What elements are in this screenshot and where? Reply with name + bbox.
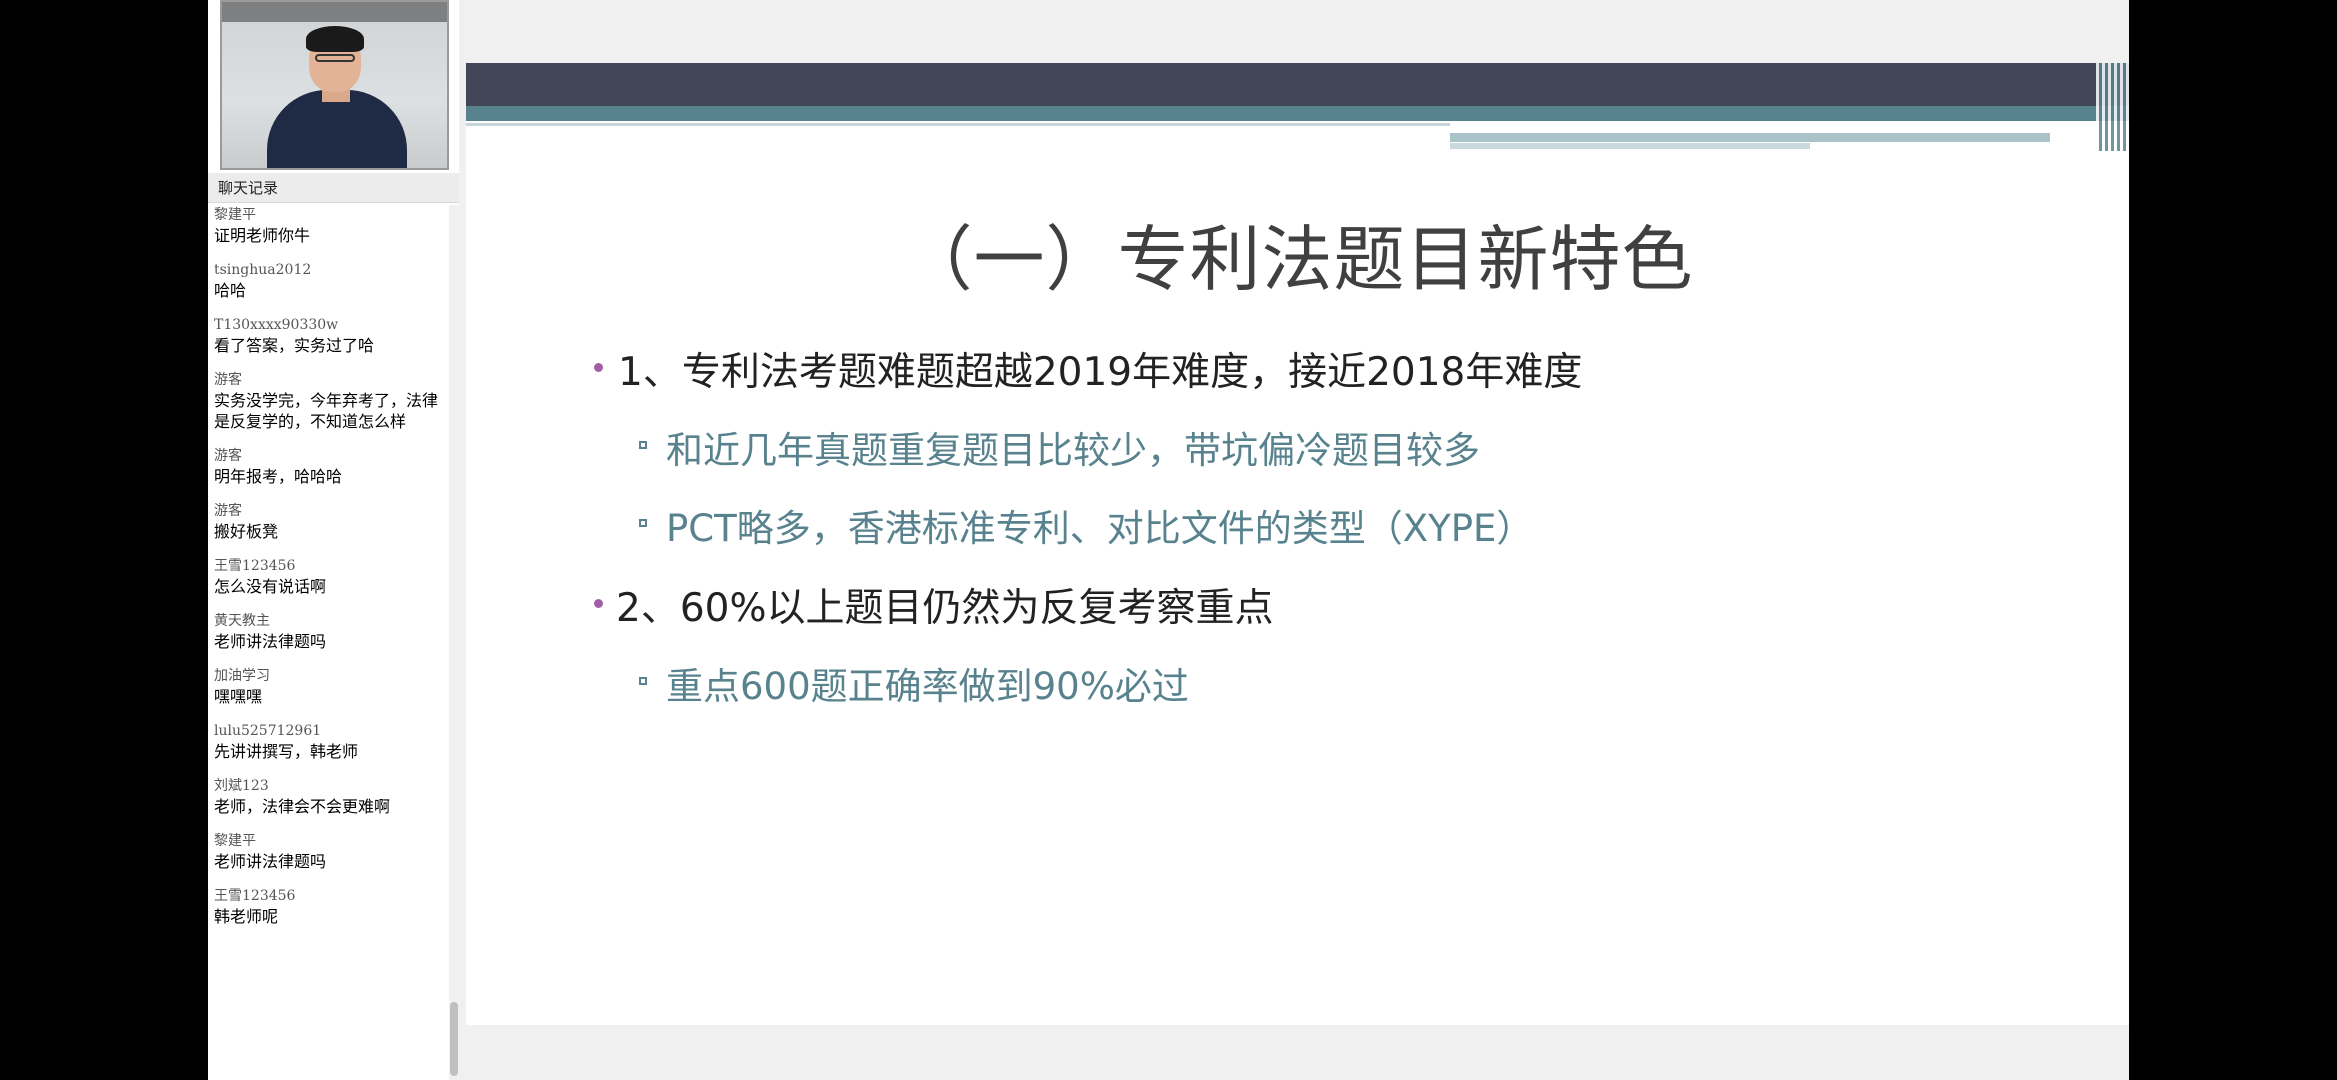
chat-text: 看了答案，实务过了哈 — [214, 336, 375, 355]
chat-message: 加油学习 嘿嘿嘿 — [208, 666, 448, 707]
chat-text: 哈哈 — [214, 281, 247, 300]
chat-username: 黎建平 — [214, 207, 256, 223]
chat-message: 王雪123456 怎么没有说话啊 — [208, 556, 448, 597]
chat-username: 黄天教主 — [214, 613, 270, 629]
chat-message: 黎建平老师讲法律题吗 — [208, 831, 448, 872]
teacher-glasses — [315, 54, 355, 62]
slide-stripe-decoration — [2096, 63, 2129, 151]
bullet-dot — [594, 363, 603, 372]
chat-message: tsinghua2012 哈哈 — [208, 260, 448, 301]
chat-username: 刘斌123 — [214, 778, 269, 794]
chat-text: 怎么没有说话啊 — [214, 577, 327, 596]
sub-bullet-square — [639, 441, 647, 449]
chat-text: 老师讲法律题吗 — [214, 632, 327, 651]
chat-text: 证明老师你牛 — [214, 226, 311, 245]
teacher-figure — [267, 90, 407, 168]
slide-thin-line — [466, 123, 1450, 126]
chat-scrollbar-track[interactable] — [449, 205, 459, 1080]
chat-text: 老师，法律会不会更难啊 — [214, 797, 391, 816]
slide-light-bar — [1450, 133, 2050, 142]
slide-light-bar-small — [1450, 143, 1810, 149]
chat-message: lulu525712961 先讲讲撰写，韩老师 — [208, 721, 448, 762]
bullet-dot — [594, 599, 603, 608]
video-background — [222, 2, 447, 22]
bullet-1: 1、专利法考题难题超越2019年难度，接近2018年难度 — [618, 350, 1583, 395]
chat-username: 王雪123456 — [214, 888, 296, 904]
chat-message-list[interactable]: 黎建平 证明老师你牛 tsinghua2012 哈哈 T130xxxx90330w 看了答… — [208, 205, 448, 1080]
teacher-video[interactable] — [220, 0, 449, 170]
left-panel: 聊天记录 黎建平 证明老师你牛 tsinghua2012 哈哈 T130xxxx9033… — [208, 0, 459, 1080]
chat-text: 韩老师呢 — [214, 907, 279, 926]
chat-message: 刘斌123 老师，法律会不会更难啊 — [208, 776, 448, 817]
chat-text: 老师讲法律题吗 — [214, 852, 327, 871]
chat-username: tsinghua2012 — [214, 262, 312, 278]
sub-bullet-square — [639, 677, 647, 685]
chat-username: T130xxxx90330w — [214, 317, 339, 333]
chat-text: 明年报考，哈哈哈 — [214, 467, 343, 486]
chat-message: 游客明年报考，哈哈哈 — [208, 446, 448, 487]
chat-username: 游客 — [214, 503, 242, 519]
sub-bullet-2a: 重点600题正确率做到90%必过 — [666, 665, 1189, 708]
chat-message: 黎建平 证明老师你牛 — [208, 205, 448, 246]
sub-bullet-1a: 和近几年真题重复题目比较少，带坑偏冷题目较多 — [666, 429, 1480, 472]
chat-header: 聊天记录 — [208, 173, 459, 203]
chat-scrollbar-thumb[interactable] — [450, 1002, 458, 1076]
sub-bullet-1b: PCT略多，香港标准专利、对比文件的类型（XYPE） — [666, 507, 1534, 550]
chat-username: 黎建平 — [214, 833, 256, 849]
chat-message: 游客实务没学完，今年弃考了，法律是反复学的，不知道怎么样 — [208, 370, 448, 432]
chat-text: 实务没学完，今年弃考了，法律是反复学的，不知道怎么样 — [214, 391, 439, 431]
chat-username: 游客 — [214, 372, 242, 388]
slide-header-bar — [466, 63, 2129, 106]
live-class-window: 聊天记录 黎建平 证明老师你牛 tsinghua2012 哈哈 T130xxxx9033… — [208, 0, 2129, 1080]
presentation-slide: （一）专利法题目新特色 1、专利法考题难题超越2019年难度，接近2018年难度… — [466, 63, 2129, 1025]
chat-text: 先讲讲撰写，韩老师 — [214, 742, 359, 761]
sub-bullet-square — [639, 519, 647, 527]
teacher-hair — [306, 26, 364, 52]
chat-username: 王雪123456 — [214, 558, 296, 574]
slide-footer-area — [466, 1025, 2129, 1080]
chat-message: 黄天教主老师讲法律题吗 — [208, 611, 448, 652]
chat-message: 王雪123456 韩老师呢 — [208, 886, 448, 927]
chat-username: 游客 — [214, 448, 242, 464]
chat-username: lulu525712961 — [214, 723, 322, 739]
bullet-2: 2、60%以上题目仍然为反复考察重点 — [616, 586, 1274, 631]
slide-title: （一）专利法题目新特色 — [901, 218, 1694, 301]
chat-message: 游客 搬好板凳 — [208, 501, 448, 542]
chat-username: 加油学习 — [214, 668, 270, 684]
slide-accent-bar — [466, 106, 2129, 121]
chat-message: T130xxxx90330w 看了答案，实务过了哈 — [208, 315, 448, 356]
chat-text: 嘿嘿嘿 — [214, 687, 263, 706]
chat-text: 搬好板凳 — [214, 522, 279, 541]
